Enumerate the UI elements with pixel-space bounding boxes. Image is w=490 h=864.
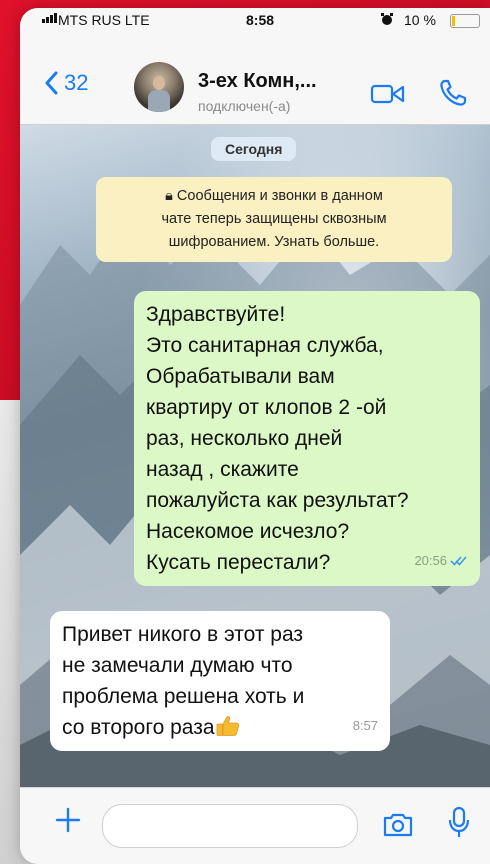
attach-plus-icon[interactable] xyxy=(54,806,82,839)
message-time: 8:57 xyxy=(352,718,378,733)
chat-status: подключен(-а) xyxy=(198,98,291,114)
message-meta: 8:57 xyxy=(353,710,378,741)
message-line: Обрабатывали вам xyxy=(146,365,335,388)
phone-screen: MTS RUS LTE 8:58 10 % 32 3-ех Комн,... п… xyxy=(20,8,490,864)
message-time: 20:56 xyxy=(414,553,447,568)
message-line: проблема решена хоть и xyxy=(62,685,305,708)
message-line: не замечали думаю что xyxy=(62,654,293,677)
battery-percent: 10 % xyxy=(404,12,436,28)
thumbs-up-icon xyxy=(216,716,239,736)
message-line: пожалуйста как результат? xyxy=(146,489,409,512)
phone-call-icon[interactable] xyxy=(438,78,468,113)
chat-area[interactable]: Сегодня 🔒︎ Сообщения и звонки в данном ч… xyxy=(20,125,490,787)
microphone-icon[interactable] xyxy=(448,806,470,845)
message-line: со второго раза xyxy=(62,712,378,743)
message-input[interactable] xyxy=(102,804,358,848)
incoming-message[interactable]: Привет никого в этот раз не замечали дум… xyxy=(50,611,390,751)
alarm-clock-icon xyxy=(380,12,394,29)
date-chip: Сегодня xyxy=(211,137,297,161)
double-check-icon xyxy=(450,555,467,566)
notice-line: 🔒︎ Сообщения и звонки в данном xyxy=(165,188,383,204)
encryption-notice[interactable]: 🔒︎ Сообщения и звонки в данном чате тепе… xyxy=(96,177,452,262)
chevron-left-icon xyxy=(45,71,58,95)
unread-count: 32 xyxy=(64,70,89,95)
message-line: Здравствуйте! xyxy=(146,303,286,326)
video-call-icon[interactable] xyxy=(370,82,406,111)
notice-line: чате теперь защищены сквозным xyxy=(161,211,387,227)
signal-icon xyxy=(42,13,57,23)
battery-icon xyxy=(450,14,480,28)
carrier-label: MTS RUS LTE xyxy=(58,12,150,28)
notice-line: шифрованием. Узнать больше. xyxy=(168,234,380,250)
message-line: Привет никого в этот раз xyxy=(62,623,304,646)
message-line: квартиру от клопов 2 -ой xyxy=(146,396,387,419)
outgoing-message[interactable]: Здравствуйте! Это санитарная служба, Обр… xyxy=(134,291,480,586)
camera-icon[interactable] xyxy=(382,812,414,843)
message-meta: 20:56 xyxy=(414,545,468,576)
message-line: Насекомое исчезло? xyxy=(146,520,350,543)
chat-title[interactable]: 3-ех Комн,... xyxy=(198,70,317,93)
message-line: Это санитарная служба, xyxy=(146,334,384,357)
lock-icon: 🔒︎ xyxy=(165,188,177,204)
message-line: раз, несколько дней xyxy=(146,427,343,450)
chat-header: 32 3-ех Комн,... подключен(-а) xyxy=(20,32,490,125)
status-time: 8:58 xyxy=(246,12,275,28)
message-line: назад , скажите xyxy=(146,458,299,481)
input-bar xyxy=(20,787,490,864)
avatar[interactable] xyxy=(134,62,184,112)
status-bar: MTS RUS LTE 8:58 10 % xyxy=(20,8,490,32)
back-button[interactable]: 32 xyxy=(44,70,88,96)
